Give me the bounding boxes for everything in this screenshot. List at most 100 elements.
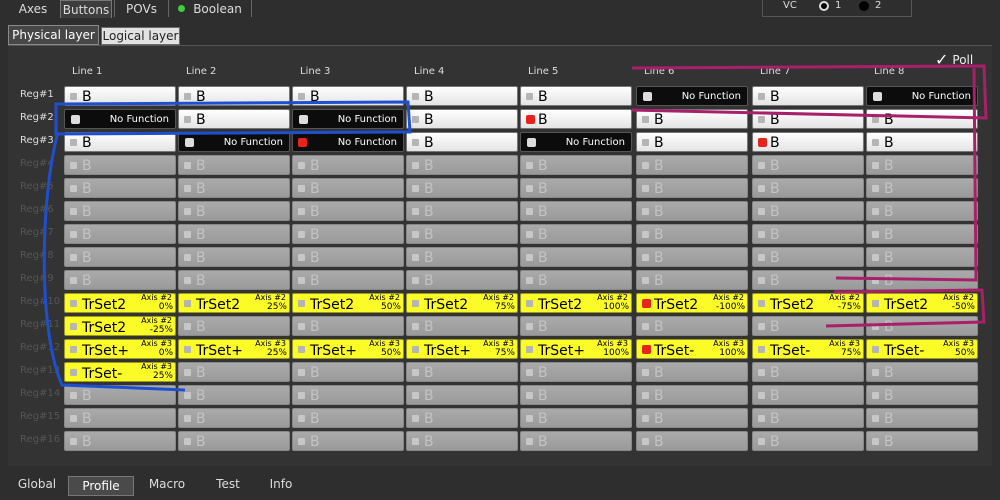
button-cell[interactable]: B <box>636 178 748 198</box>
button-cell[interactable]: B <box>520 316 632 336</box>
button-cell[interactable]: B <box>178 362 290 382</box>
button-cell[interactable]: B <box>520 431 632 451</box>
button-cell[interactable]: B <box>178 224 290 244</box>
button-cell[interactable]: B <box>520 270 632 290</box>
button-cell[interactable]: B <box>752 132 864 152</box>
button-cell[interactable]: B <box>64 178 176 198</box>
button-cell[interactable]: TrSet+ Axis #3 75% <box>406 339 518 359</box>
button-cell[interactable]: B <box>636 247 748 267</box>
button-cell[interactable]: No Function <box>520 132 632 152</box>
tab-physical-layer[interactable]: Physical layer <box>8 25 99 45</box>
button-cell[interactable]: B <box>178 178 290 198</box>
tab-boolean[interactable]: Boolean <box>168 0 252 17</box>
button-cell[interactable]: B <box>178 431 290 451</box>
button-cell[interactable]: B <box>866 270 978 290</box>
button-cell[interactable]: TrSet2 Axis #2 0% <box>64 293 176 313</box>
button-cell[interactable]: B <box>520 408 632 428</box>
button-cell[interactable]: B <box>64 224 176 244</box>
button-cell[interactable]: B <box>636 316 748 336</box>
button-cell[interactable]: B <box>406 362 518 382</box>
button-cell[interactable]: B <box>406 201 518 221</box>
button-cell[interactable]: B <box>752 408 864 428</box>
tab-macro[interactable]: Macro <box>136 474 198 494</box>
button-cell[interactable]: B <box>292 247 404 267</box>
button-cell[interactable]: TrSet+ Axis #3 100% <box>520 339 632 359</box>
button-cell[interactable]: B <box>866 201 978 221</box>
button-cell[interactable]: B <box>64 431 176 451</box>
button-cell[interactable]: B <box>64 201 176 221</box>
button-cell[interactable]: B <box>636 270 748 290</box>
button-cell[interactable]: B <box>752 431 864 451</box>
button-cell[interactable]: B <box>64 155 176 175</box>
tab-test[interactable]: Test <box>200 474 256 494</box>
button-cell[interactable]: B <box>752 109 864 129</box>
button-cell[interactable]: B <box>752 385 864 405</box>
button-cell[interactable]: B <box>64 247 176 267</box>
button-cell[interactable]: B <box>178 408 290 428</box>
button-cell[interactable]: B <box>520 201 632 221</box>
button-cell[interactable]: B <box>178 201 290 221</box>
button-cell[interactable]: B <box>292 362 404 382</box>
button-cell[interactable]: TrSet+ Axis #3 25% <box>178 339 290 359</box>
button-cell[interactable]: B <box>64 86 176 106</box>
button-cell[interactable]: B <box>636 201 748 221</box>
button-cell[interactable]: B <box>178 109 290 129</box>
button-cell[interactable]: No Function <box>178 132 290 152</box>
button-cell[interactable]: B <box>752 270 864 290</box>
button-cell[interactable]: B <box>636 362 748 382</box>
button-cell[interactable]: B <box>752 86 864 106</box>
button-cell[interactable]: B <box>866 132 978 152</box>
button-cell[interactable]: TrSet2 Axis #2 -50% <box>866 293 978 313</box>
button-cell[interactable]: B <box>406 316 518 336</box>
button-cell[interactable]: No Function <box>292 109 404 129</box>
button-cell[interactable]: B <box>866 224 978 244</box>
button-cell[interactable]: B <box>866 362 978 382</box>
button-cell[interactable]: B <box>406 385 518 405</box>
button-cell[interactable]: B <box>752 362 864 382</box>
button-cell[interactable]: B <box>866 431 978 451</box>
button-cell[interactable]: B <box>64 408 176 428</box>
button-cell[interactable]: B <box>178 247 290 267</box>
tab-buttons[interactable]: Buttons <box>60 0 112 18</box>
button-cell[interactable]: B <box>866 178 978 198</box>
button-cell[interactable]: TrSet2 Axis #2 25% <box>178 293 290 313</box>
button-cell[interactable]: TrSet+ Axis #3 0% <box>64 339 176 359</box>
button-cell[interactable]: B <box>406 270 518 290</box>
button-cell[interactable]: TrSet+ Axis #3 50% <box>292 339 404 359</box>
poll-checkbox[interactable]: ✓ Poll <box>935 52 973 68</box>
button-cell[interactable]: B <box>178 385 290 405</box>
button-cell[interactable]: B <box>752 224 864 244</box>
button-cell[interactable]: B <box>64 385 176 405</box>
button-cell[interactable]: B <box>406 247 518 267</box>
button-cell[interactable]: No Function <box>64 109 176 129</box>
button-cell[interactable]: TrSet2 Axis #2 -75% <box>752 293 864 313</box>
button-cell[interactable]: B <box>636 132 748 152</box>
button-cell[interactable]: B <box>520 109 632 129</box>
button-cell[interactable]: B <box>636 385 748 405</box>
button-cell[interactable]: B <box>520 86 632 106</box>
tab-povs[interactable]: POVs <box>114 0 168 17</box>
button-cell[interactable]: TrSet2 Axis #2 75% <box>406 293 518 313</box>
button-cell[interactable]: TrSet- Axis #3 50% <box>866 339 978 359</box>
button-cell[interactable]: B <box>406 86 518 106</box>
tab-profile[interactable]: Profile <box>68 476 134 496</box>
button-cell[interactable]: B <box>752 247 864 267</box>
button-cell[interactable]: B <box>752 178 864 198</box>
button-cell[interactable]: TrSet- Axis #3 100% <box>636 339 748 359</box>
button-cell[interactable]: B <box>292 155 404 175</box>
button-cell[interactable]: No Function <box>636 86 748 106</box>
tab-logical-layer[interactable]: Logical layer <box>101 27 180 45</box>
button-cell[interactable]: TrSet2 Axis #2 -25% <box>64 316 176 336</box>
button-cell[interactable]: B <box>752 316 864 336</box>
button-cell[interactable]: TrSet2 Axis #2 50% <box>292 293 404 313</box>
button-cell[interactable]: B <box>866 155 978 175</box>
button-cell[interactable]: B <box>64 270 176 290</box>
tab-info[interactable]: Info <box>258 474 304 494</box>
button-cell[interactable]: B <box>520 247 632 267</box>
button-cell[interactable]: No Function <box>866 86 978 106</box>
button-cell[interactable]: B <box>178 316 290 336</box>
button-cell[interactable]: B <box>520 155 632 175</box>
button-cell[interactable]: B <box>520 362 632 382</box>
button-cell[interactable]: B <box>292 431 404 451</box>
tab-global[interactable]: Global <box>8 474 66 494</box>
